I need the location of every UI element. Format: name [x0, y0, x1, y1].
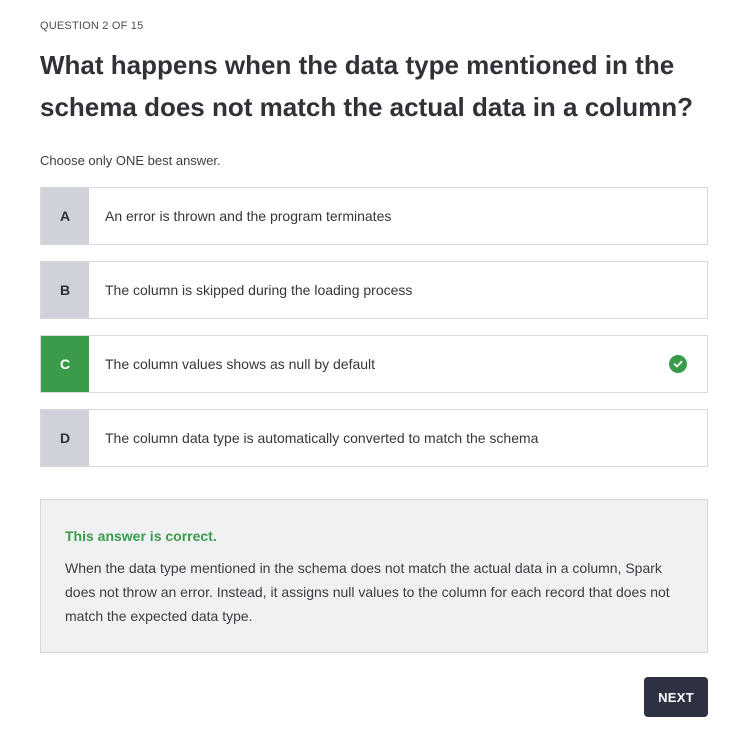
next-button[interactable]: NEXT — [644, 677, 708, 717]
option-text-d: The column data type is automatically co… — [105, 430, 539, 446]
answer-instruction: Choose only ONE best answer. — [40, 153, 221, 168]
feedback-verdict: This answer is correct. — [65, 528, 217, 544]
check-circle-icon — [669, 355, 687, 373]
option-text-b: The column is skipped during the loading… — [105, 282, 413, 298]
option-letter-d: D — [41, 410, 89, 466]
option-text-a: An error is thrown and the program termi… — [105, 208, 392, 224]
feedback-explanation: When the data type mentioned in the sche… — [65, 560, 670, 624]
option-letter-c: C — [41, 336, 89, 392]
option-letter-a: A — [41, 188, 89, 244]
answer-option-c[interactable]: C The column values shows as null by def… — [40, 335, 708, 393]
answer-option-b[interactable]: B The column is skipped during the loadi… — [40, 261, 708, 319]
answer-option-d[interactable]: D The column data type is automatically … — [40, 409, 708, 467]
answer-feedback-panel: This answer is correct. When the data ty… — [40, 499, 708, 653]
answer-option-a[interactable]: A An error is thrown and the program ter… — [40, 187, 708, 245]
question-counter: QUESTION 2 OF 15 — [40, 20, 144, 32]
option-letter-b: B — [41, 262, 89, 318]
question-text: What happens when the data type mentione… — [40, 50, 694, 122]
option-text-c: The column values shows as null by defau… — [105, 356, 376, 372]
